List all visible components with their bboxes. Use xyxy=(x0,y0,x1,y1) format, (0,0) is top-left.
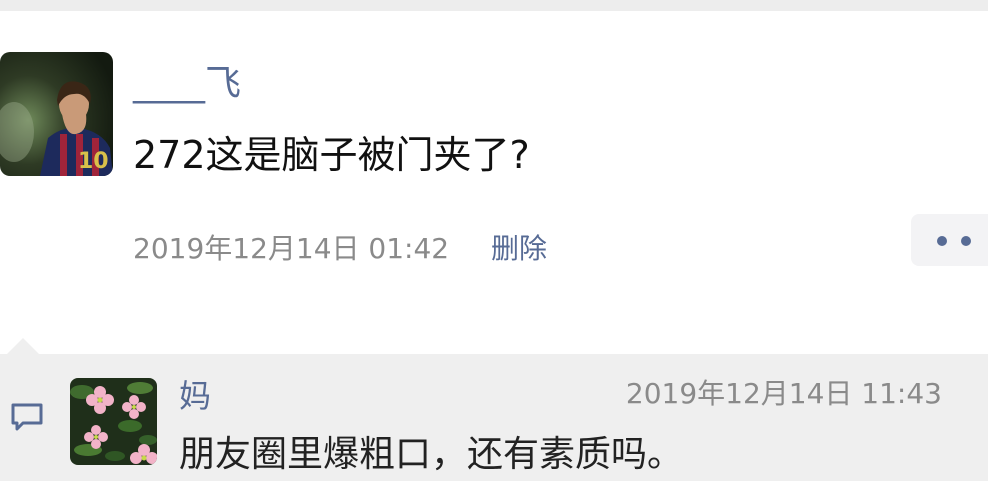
more-options-button[interactable] xyxy=(911,214,988,266)
avatar-photo-icon: 10 xyxy=(0,52,113,176)
svg-text:10: 10 xyxy=(78,149,109,174)
post-timestamp: 2019年12月14日 01:42 xyxy=(133,232,450,265)
comment-icon xyxy=(10,402,44,432)
comment-text[interactable]: 朋友圈里爆粗口，还有素质吗。 xyxy=(179,430,683,480)
comment-area-pointer xyxy=(6,338,40,355)
more-dots-icon xyxy=(961,236,971,246)
comment-author-avatar[interactable] xyxy=(70,378,157,465)
flower-avatar-icon xyxy=(70,378,157,465)
more-dots-icon xyxy=(937,236,947,246)
post-author-avatar[interactable]: 10 xyxy=(0,52,113,176)
delete-button[interactable]: 删除 xyxy=(491,230,547,268)
post-author-name[interactable]: ____飞 xyxy=(133,60,241,108)
comment-author-name[interactable]: 妈 xyxy=(179,374,211,418)
comment-timestamp: 2019年12月14日 11:43 xyxy=(625,377,942,410)
top-divider xyxy=(0,0,988,11)
post-text: 272这是脑子被门夹了? xyxy=(133,133,530,177)
